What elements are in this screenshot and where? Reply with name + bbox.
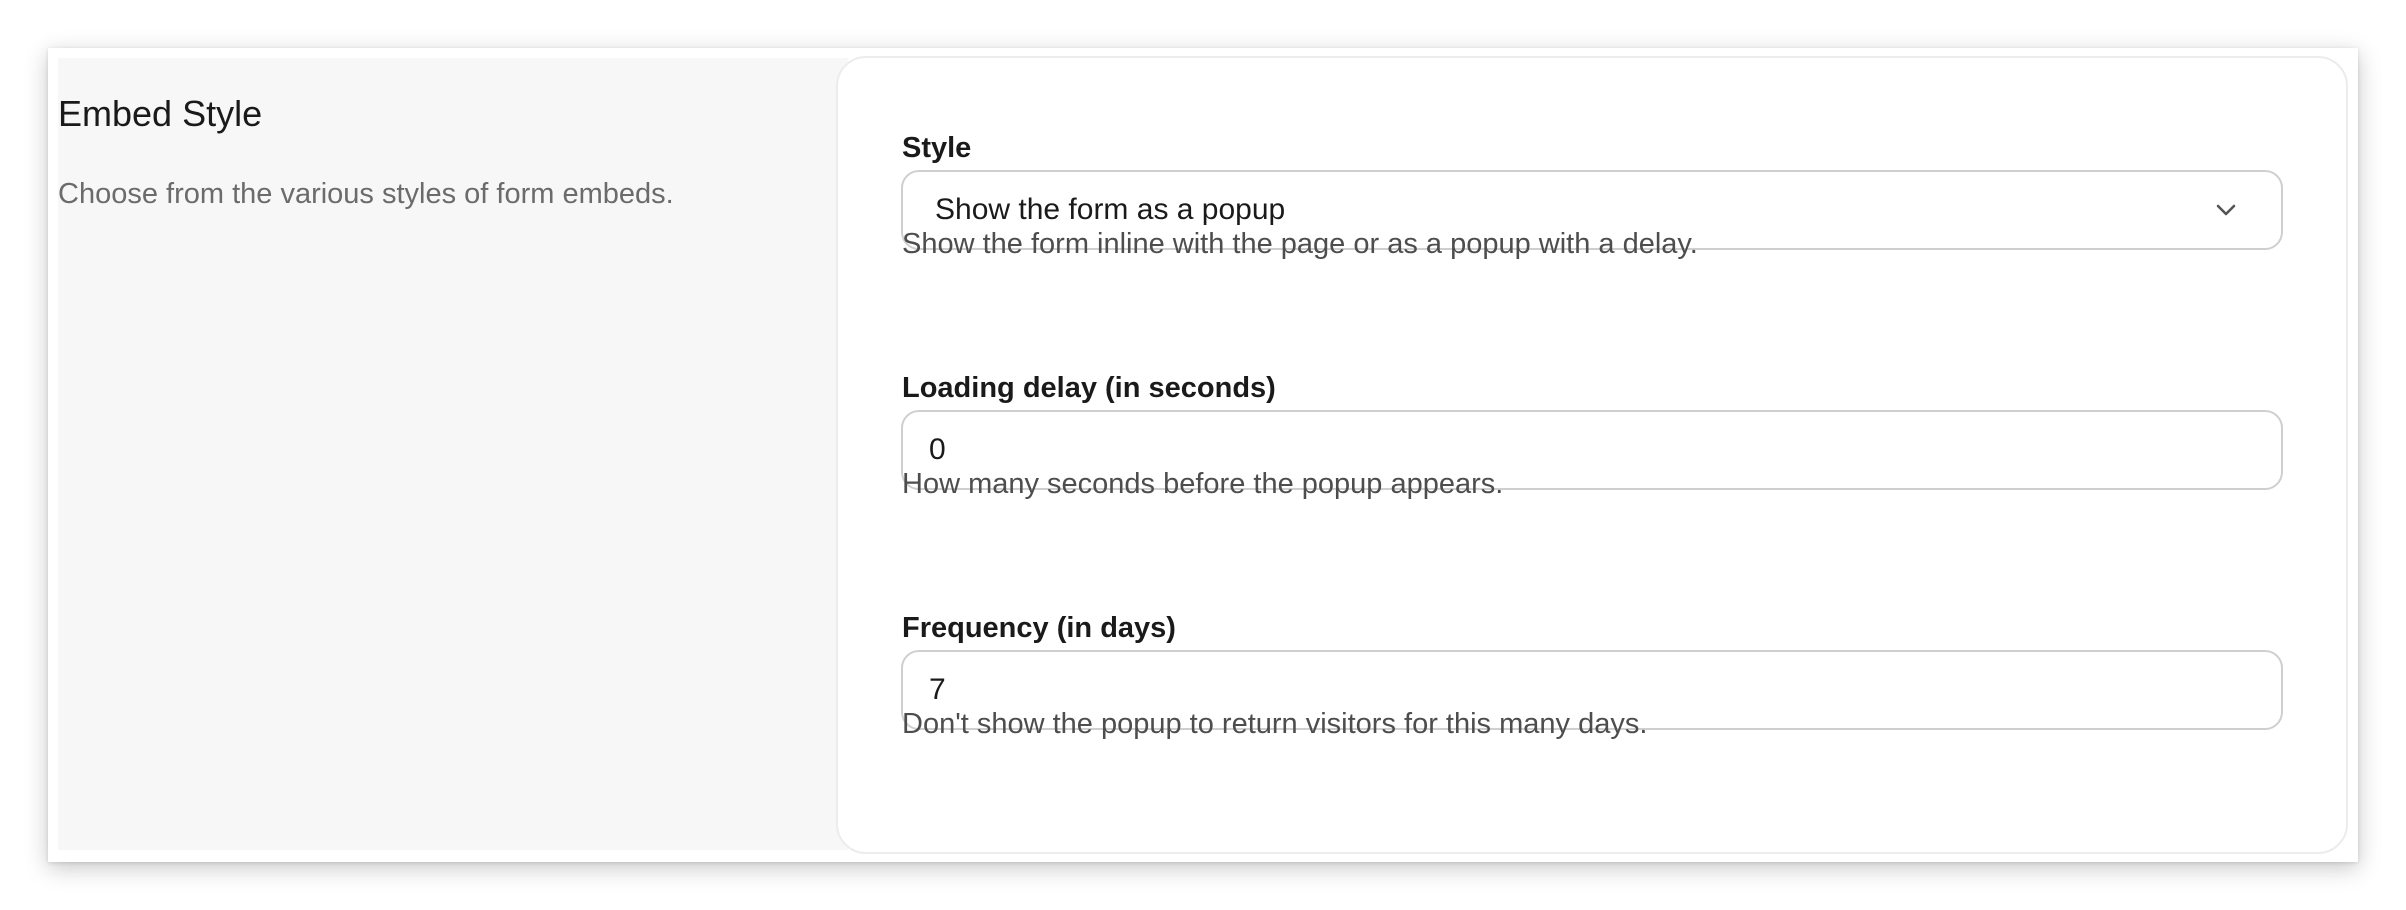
style-label: Style bbox=[902, 132, 972, 164]
frequency-label: Frequency (in days) bbox=[902, 612, 1176, 644]
style-help-text: Show the form inline with the page or as… bbox=[902, 228, 1698, 260]
section-sidebar: Embed Style Choose from the various styl… bbox=[58, 58, 848, 850]
chevron-down-icon bbox=[2215, 200, 2237, 220]
section-title: Embed Style bbox=[58, 93, 263, 134]
frequency-help-text: Don't show the popup to return visitors … bbox=[902, 708, 1648, 740]
loading-delay-label: Loading delay (in seconds) bbox=[902, 372, 1276, 404]
embed-style-settings: Embed Style Choose from the various styl… bbox=[48, 48, 2358, 862]
section-description: Choose from the various styles of form e… bbox=[58, 178, 674, 210]
settings-card: Style Show the form as a popup Show the … bbox=[836, 56, 2348, 854]
loading-delay-help-text: How many seconds before the popup appear… bbox=[902, 468, 1504, 500]
